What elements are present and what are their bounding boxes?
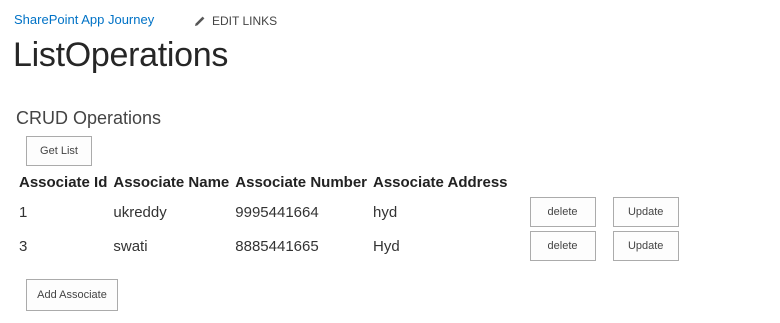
table-header-row: Associate Id Associate Name Associate Nu… <box>16 170 682 195</box>
column-header-associate-id: Associate Id <box>19 173 108 191</box>
cell-associate-number: 8885441665 <box>235 237 319 255</box>
update-button[interactable]: Update <box>612 197 679 227</box>
column-header-associate-name: Associate Name <box>113 173 230 191</box>
cell-associate-name: swati <box>113 237 148 255</box>
cell-associate-name: ukreddy <box>113 203 167 221</box>
get-list-button[interactable]: Get List <box>26 136 92 166</box>
column-header-actions <box>527 170 682 195</box>
add-associate-button[interactable]: Add Associate <box>26 279 118 311</box>
cell-associate-number: 9995441664 <box>235 203 319 221</box>
cell-associate-address: Hyd <box>373 237 400 255</box>
cell-actions: delete Update <box>527 195 682 229</box>
edit-links-label: EDIT LINKS <box>212 14 278 28</box>
column-header-associate-number: Associate Number <box>235 173 367 191</box>
column-header-associate-address: Associate Address <box>373 173 508 191</box>
cell-associate-id: 1 <box>19 203 28 221</box>
cell-associate-address: hyd <box>373 203 398 221</box>
cell-spacer <box>511 229 527 263</box>
section-heading: CRUD Operations <box>16 108 162 128</box>
cell-spacer <box>511 195 527 229</box>
delete-button[interactable]: delete <box>529 197 596 227</box>
update-button[interactable]: Update <box>612 231 679 261</box>
column-header-spacer <box>511 170 527 195</box>
page-title: ListOperations <box>13 36 229 74</box>
breadcrumb-site-link[interactable]: SharePoint App Journey <box>14 12 154 27</box>
delete-button[interactable]: delete <box>529 231 596 261</box>
cell-actions: delete Update <box>527 229 682 263</box>
table-row: 1 ukreddy 9995441664 hyd delete Update <box>16 195 682 229</box>
edit-links-button[interactable]: EDIT LINKS <box>194 14 277 28</box>
pencil-icon <box>194 16 205 27</box>
cell-associate-id: 3 <box>19 237 28 255</box>
associates-table: Associate Id Associate Name Associate Nu… <box>16 170 682 263</box>
table-row: 3 swati 8885441665 Hyd delete Update <box>16 229 682 263</box>
